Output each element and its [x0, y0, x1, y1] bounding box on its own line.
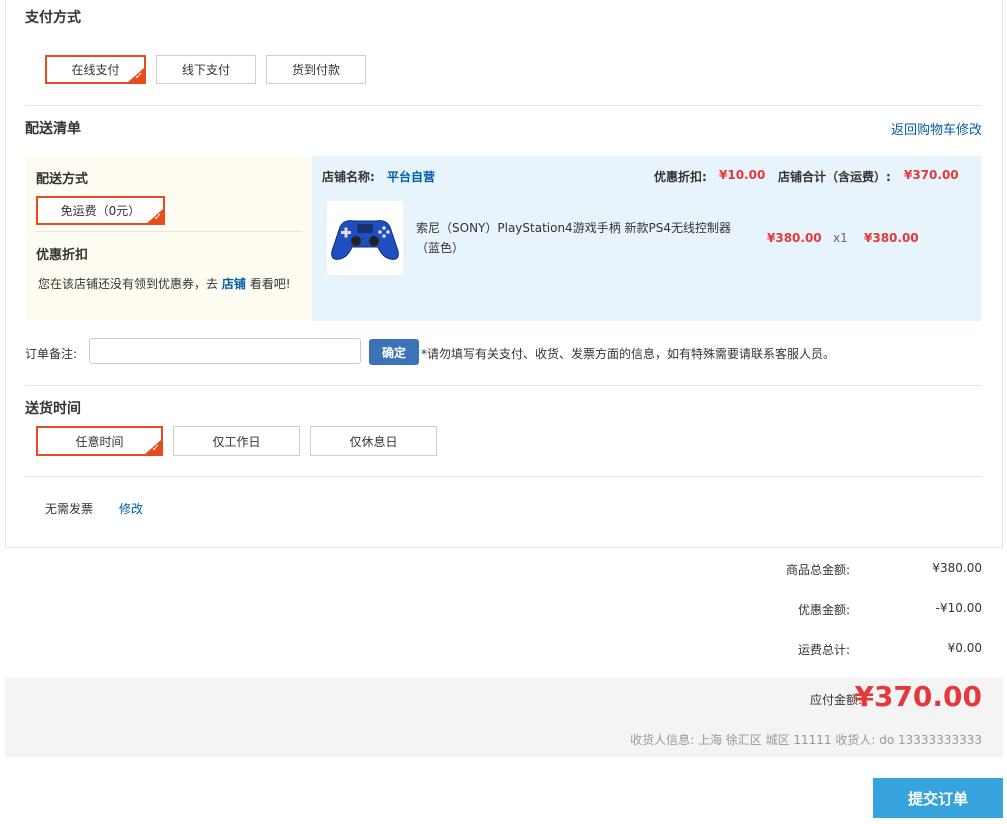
shipping-option-free[interactable]: 免运费（0元） ✓	[36, 196, 165, 225]
gamepad-icon	[331, 220, 399, 260]
shipping-option-label: 免运费（0元）	[60, 204, 141, 218]
delivery-time-workday[interactable]: 仅工作日	[173, 426, 300, 456]
delivery-time-title: 送货时间	[25, 401, 81, 417]
receiver-info: 收货人信息: 上海 徐汇区 城区 11111 收货人: do 133333333…	[630, 733, 982, 747]
product-qty: x1	[833, 231, 848, 245]
divider	[25, 105, 982, 106]
store-link[interactable]: 店铺	[222, 277, 246, 291]
coupon-text-after: 看看吧!	[249, 277, 291, 291]
coupon-text-before: 您在该店铺还没有领到优惠券，去	[38, 277, 219, 291]
delivery-list-title: 配送清单	[25, 121, 81, 137]
delivery-time-any[interactable]: 任意时间 ✓	[36, 426, 163, 456]
payment-option-label: 线下支付	[181, 63, 230, 77]
coupon-text: 您在该店铺还没有领到优惠券，去 店铺 看看吧!	[38, 275, 291, 292]
payment-option-label: 货到付款	[291, 63, 340, 77]
shipping-total-value: ¥0.00	[947, 641, 982, 655]
discount-total-value: -¥10.00	[935, 601, 982, 615]
order-note-label: 订单备注:	[25, 347, 78, 361]
back-to-cart-link[interactable]: 返回购物车修改	[891, 119, 982, 138]
store-total-value: ¥370.00	[904, 168, 959, 182]
divider	[25, 385, 982, 386]
divider	[25, 476, 982, 477]
invoice-text: 无需发票	[45, 502, 94, 516]
discount-total-label: 优惠金额:	[797, 603, 850, 617]
goods-total-value: ¥380.00	[932, 561, 982, 575]
order-note-hint: *请勿填写有关支付、收货、发票方面的信息，如有特殊需要请联系客服人员。	[421, 347, 836, 361]
product-name[interactable]: 索尼（SONY）PlayStation4游戏手柄 新款PS4无线控制器（蓝色）	[416, 218, 754, 258]
payable-value: ¥370.00	[854, 680, 982, 713]
payment-option-offline[interactable]: 线下支付	[156, 55, 256, 84]
divider	[36, 231, 303, 232]
payment-option-label: 在线支付	[71, 63, 120, 77]
delivery-time-weekend[interactable]: 仅休息日	[310, 426, 437, 456]
store-total-label: 店铺合计（含运费）:	[778, 170, 891, 184]
product-subtotal: ¥380.00	[864, 231, 919, 245]
shipping-method-label: 配送方式	[36, 172, 89, 187]
payment-option-cod[interactable]: 货到付款	[266, 55, 366, 84]
goods-total-label: 商品总金额:	[785, 563, 850, 577]
delivery-time-label: 仅工作日	[212, 434, 261, 449]
confirm-note-button[interactable]: 确定	[369, 339, 419, 365]
discount-label: 优惠折扣	[36, 248, 89, 263]
order-note-input[interactable]	[89, 338, 361, 364]
invoice-edit-link[interactable]: 修改	[119, 500, 143, 517]
payment-title: 支付方式	[25, 10, 81, 26]
submit-order-button[interactable]: 提交订单	[873, 778, 1003, 818]
store-name[interactable]: 平台自营	[387, 168, 435, 185]
check-icon: ✓	[134, 71, 143, 82]
product-image[interactable]	[327, 201, 403, 275]
store-name-label: 店铺名称:	[322, 170, 375, 184]
delivery-time-label: 仅休息日	[349, 434, 398, 449]
check-icon: ✓	[151, 443, 160, 454]
store-discount-value: ¥10.00	[719, 168, 766, 182]
product-price: ¥380.00	[767, 231, 822, 245]
shipping-total-label: 运费总计:	[797, 643, 850, 657]
payment-option-online[interactable]: 在线支付 ✓	[45, 55, 146, 84]
delivery-time-label: 任意时间	[75, 434, 124, 449]
check-icon: ✓	[153, 212, 162, 223]
store-discount-label: 优惠折扣:	[654, 170, 707, 184]
